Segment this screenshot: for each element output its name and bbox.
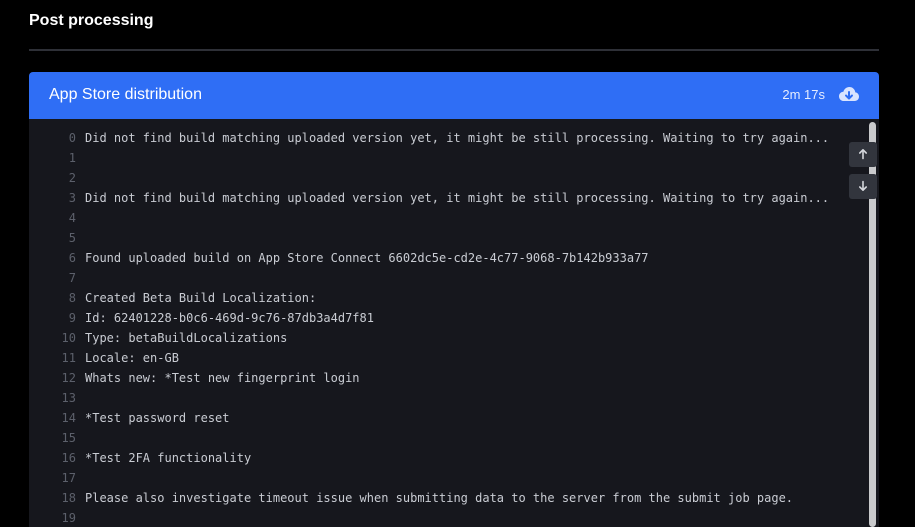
cloud-download-icon[interactable] <box>838 85 860 105</box>
log-line: 12 Whats new: *Test new fingerprint login <box>29 368 859 388</box>
section-divider <box>29 49 879 51</box>
line-number: 3 <box>68 191 76 205</box>
line-number: 5 <box>68 231 76 245</box>
line-number: 8 <box>68 291 76 305</box>
log-line: 1 <box>29 148 859 168</box>
line-number: 2 <box>68 171 76 185</box>
log-line: 0 Did not find build matching uploaded ve… <box>29 128 859 148</box>
log-line: 2 <box>29 168 859 188</box>
page: Post processing App Store distribution 2… <box>0 0 915 527</box>
arrow-down-icon <box>859 180 867 191</box>
line-number: 1 <box>68 151 76 165</box>
line-text: Type: betaBuildLocalizations <box>85 331 288 345</box>
line-number: 15 <box>61 431 76 445</box>
log-line: 9 Id: 62401228-b0c6-469d-9c76-87db3a4d7f8… <box>29 308 859 328</box>
log-output[interactable]: 0 Did not find build matching uploaded ve… <box>29 119 879 527</box>
line-number: 7 <box>68 271 76 285</box>
step-header-app-store-distribution[interactable]: App Store distribution 2m 17s <box>29 72 879 119</box>
log-line: 17 <box>29 468 859 488</box>
scroll-to-bottom-button[interactable] <box>849 174 877 199</box>
line-text: *Test 2FA functionality <box>85 451 252 465</box>
log-line: 18 Please also investigate timeout issue … <box>29 488 859 508</box>
log-line: 10 Type: betaBuildLocalizations <box>29 328 859 348</box>
log-line: 14 *Test password reset <box>29 408 859 428</box>
line-number: 17 <box>61 471 76 485</box>
line-number: 4 <box>68 211 76 225</box>
line-text: Whats new: *Test new fingerprint login <box>85 371 360 385</box>
line-text: Please also investigate timeout issue wh… <box>85 491 794 505</box>
log-line: 8 Created Beta Build Localization: <box>29 288 859 308</box>
log-lines: 0 Did not find build matching uploaded ve… <box>29 128 859 527</box>
line-number: 10 <box>61 331 76 345</box>
line-text: Locale: en-GB <box>85 351 179 365</box>
line-number: 11 <box>61 351 76 365</box>
log-line: 16 *Test 2FA functionality <box>29 448 859 468</box>
log-line: 3 Did not find build matching uploaded ve… <box>29 188 859 208</box>
log-line: 6 Found uploaded build on App Store Conne… <box>29 248 859 268</box>
section-title: Post processing <box>29 12 154 29</box>
arrow-up-icon <box>859 149 867 160</box>
line-number: 12 <box>61 371 76 385</box>
step-title: App Store distribution <box>49 86 202 103</box>
line-number: 9 <box>68 311 76 325</box>
line-number: 16 <box>61 451 76 465</box>
log-line: 11 Locale: en-GB <box>29 348 859 368</box>
line-number: 18 <box>61 491 76 505</box>
line-number: 6 <box>68 251 76 265</box>
line-text: Created Beta Build Localization: <box>85 291 317 305</box>
line-number: 0 <box>68 131 76 145</box>
line-text: Id: 62401228-b0c6-469d-9c76-87db3a4d7f81 <box>85 311 374 325</box>
log-line: 19 <box>29 508 859 527</box>
log-line: 4 <box>29 208 859 228</box>
line-text: Found uploaded build on App Store Connec… <box>85 251 649 265</box>
line-text: *Test password reset <box>85 411 230 425</box>
line-text: Did not find build matching uploaded ver… <box>85 131 830 145</box>
step-duration: 2m 17s <box>782 87 825 102</box>
scroll-to-top-button[interactable] <box>849 142 877 167</box>
line-number: 19 <box>61 511 76 525</box>
log-line: 5 <box>29 228 859 248</box>
line-number: 13 <box>61 391 76 405</box>
log-line: 13 <box>29 388 859 408</box>
line-number: 14 <box>61 411 76 425</box>
log-line: 7 <box>29 268 859 288</box>
line-text: Did not find build matching uploaded ver… <box>85 191 830 205</box>
log-line: 15 <box>29 428 859 448</box>
